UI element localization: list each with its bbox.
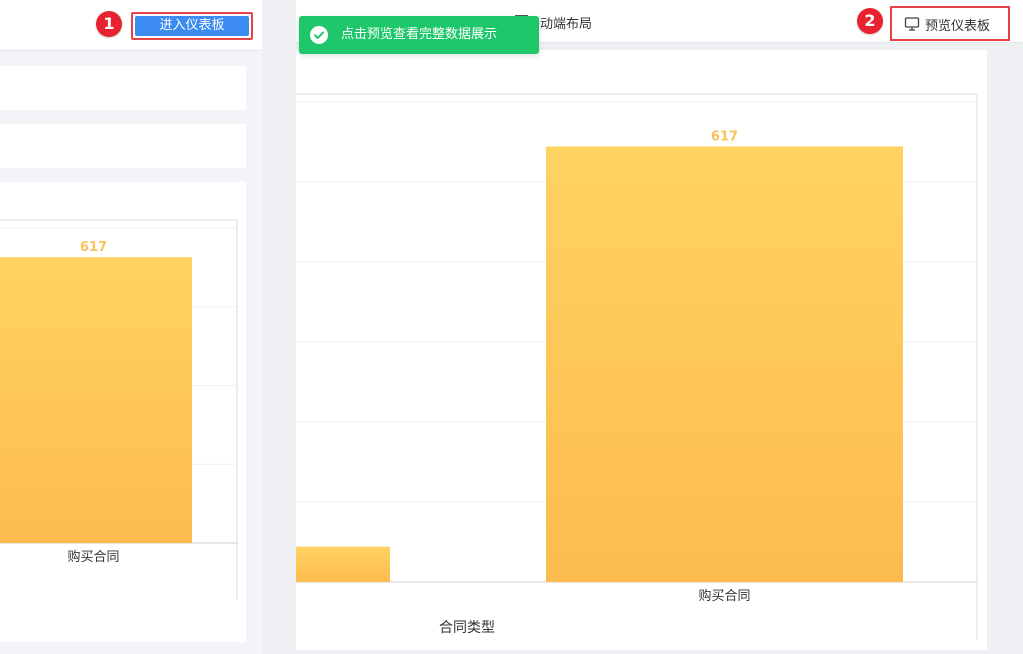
enter-dashboard-button[interactable]: 进入仪表板: [131, 12, 253, 40]
preview-dashboard-button[interactable]: 预览仪表板: [890, 6, 1010, 41]
right-bar-chart: 617 购买合同合同类型: [294, 93, 978, 640]
toast-message: 点击预览查看完整数据展示: [341, 27, 498, 42]
bar: [546, 146, 903, 582]
enter-dashboard-label: 进入仪表板: [135, 16, 249, 36]
x-tick-label: 购买合同: [698, 588, 750, 604]
x-tick-label: 购买合同: [67, 549, 119, 565]
left-panel-row: [0, 66, 246, 110]
toast-notification: 点击预览查看完整数据展示: [299, 16, 539, 54]
left-bar-chart: 617 购买合同: [0, 219, 238, 600]
bar-value-label: 617: [80, 240, 107, 255]
x-axis-title: 合同类型: [439, 620, 495, 636]
callout-badge-1: 1: [96, 11, 122, 37]
bar: [0, 257, 192, 543]
left-chart-card: 617 购买合同: [0, 182, 246, 642]
callout-badge-2: 2: [857, 8, 883, 34]
canvas-gutter: [988, 50, 1023, 654]
monitor-icon: [904, 17, 920, 31]
left-panel-row: [0, 124, 246, 168]
check-circle-icon: [310, 26, 328, 44]
bar: [294, 546, 390, 582]
preview-dashboard-label: 预览仪表板: [925, 19, 991, 34]
bar-value-label: 617: [711, 129, 738, 144]
dashboard-canvas: 617 购买合同合同类型: [294, 50, 987, 650]
